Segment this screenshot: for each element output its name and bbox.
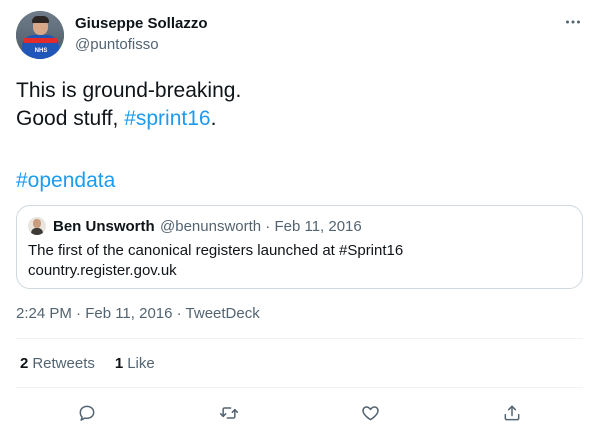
quoted-author-meta: @benunsworth · Feb 11, 2016: [160, 218, 362, 235]
tweet-text-line-1: This is ground-breaking.: [16, 79, 242, 102]
retweet-icon: [219, 407, 239, 419]
more-horizontal-icon: [566, 20, 580, 24]
likes-label: Like: [127, 355, 155, 372]
tweet-hashtag-paragraph: #opendata: [16, 167, 115, 195]
heart-icon: [361, 406, 379, 421]
tweet-actions: [0, 398, 598, 428]
share-icon: [504, 405, 520, 421]
quoted-avatar-body: [31, 228, 43, 235]
avatar-scarf: [24, 38, 57, 43]
more-options-button[interactable]: [558, 10, 588, 34]
likes-stat[interactable]: 1 Like: [115, 355, 155, 372]
likes-count: 1: [114, 355, 124, 372]
share-button[interactable]: [497, 398, 527, 428]
author-handle[interactable]: @puntofisso: [75, 36, 159, 53]
tweet-text-line-2: Good stuff, #sprint16.: [16, 105, 582, 133]
retweets-count: 2: [20, 355, 29, 372]
engagement-stats: 2 Retweets 1 Like: [20, 355, 155, 372]
hashtag-sprint16-link[interactable]: #sprint16: [124, 107, 210, 130]
quoted-author-avatar: [28, 217, 46, 235]
hashtag-opendata-link[interactable]: #opendata: [16, 169, 115, 192]
avatar-hair: [32, 16, 49, 23]
divider-top: [16, 338, 583, 339]
retweets-label: Retweets: [32, 355, 95, 372]
quoted-text-line-1: The first of the canonical registers lau…: [28, 242, 404, 259]
tweet: NHS Giuseppe Sollazzo @puntofisso This i…: [0, 0, 598, 437]
tweet-text-prefix: Good stuff,: [16, 107, 125, 130]
reply-icon: [79, 405, 95, 421]
quoted-author-display-name: Ben Unsworth: [53, 218, 155, 235]
author-avatar[interactable]: NHS: [16, 11, 64, 59]
like-button[interactable]: [355, 398, 385, 428]
tweet-timestamp[interactable]: 2:24 PM · Feb 11, 2016 · TweetDeck: [16, 305, 260, 322]
quoted-tweet-text: The first of the canonical registers lau…: [28, 241, 568, 281]
retweet-button[interactable]: [214, 398, 244, 428]
divider-bottom: [16, 387, 583, 388]
quoted-avatar-head: [33, 219, 41, 228]
quoted-tweet-card[interactable]: Ben Unsworth @benunsworth · Feb 11, 2016…: [16, 205, 583, 289]
tweet-text-suffix: .: [210, 107, 217, 130]
retweets-stat[interactable]: 2 Retweets: [20, 355, 95, 372]
reply-button[interactable]: [72, 398, 102, 428]
author-display-name[interactable]: Giuseppe Sollazzo: [75, 15, 208, 32]
quoted-text-line-2: country.register.gov.uk: [28, 262, 177, 279]
tweet-text: This is ground-breaking. Good stuff, #sp…: [16, 77, 582, 133]
avatar-nhs-badge: NHS: [34, 48, 48, 54]
